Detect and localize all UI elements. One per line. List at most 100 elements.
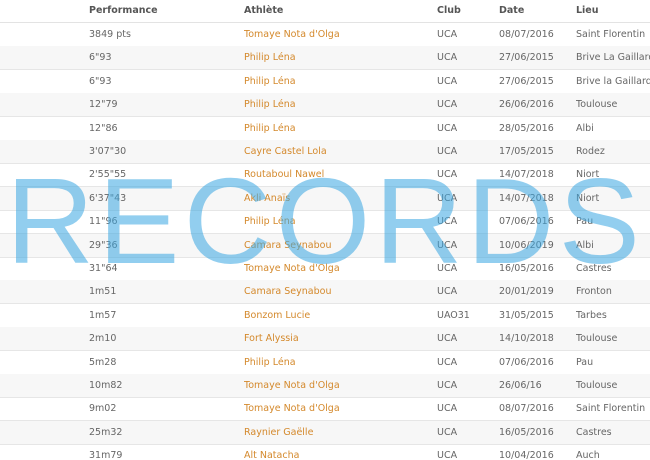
lieu-cell: Brive La Gaillarde xyxy=(576,52,650,64)
club-cell: UAO31 xyxy=(437,309,470,321)
table-row: 31m79 Alt Natacha UCA 10/04/2016 Auch xyxy=(0,444,650,460)
club-cell: UCA xyxy=(437,380,458,391)
club-cell: UCA xyxy=(437,426,458,438)
column-header-club[interactable]: Club xyxy=(437,0,495,22)
lieu-cell: Fronton xyxy=(576,286,612,298)
performance-cell: 6'37"43 xyxy=(89,192,127,204)
date-cell: 28/05/2016 xyxy=(499,122,554,134)
performance-cell: 2'55"55 xyxy=(89,169,127,181)
table-row: 6'37"43 Akli Anaïs UCA 14/07/2018 Niort xyxy=(0,186,650,211)
athlete-link[interactable]: Tomaye Nota d'Olga xyxy=(244,397,432,420)
athlete-link[interactable]: Routaboul Nawel xyxy=(244,163,432,186)
lieu-cell: Castres xyxy=(576,263,612,274)
club-cell: UCA xyxy=(437,333,458,345)
club-cell: UCA xyxy=(437,286,458,298)
lieu-cell: Tarbes xyxy=(576,309,607,321)
performance-cell: 12"86 xyxy=(89,122,118,134)
table-row: 12"86 Philip Léna UCA 28/05/2016 Albi xyxy=(0,117,650,141)
lieu-cell: Niort xyxy=(576,192,600,204)
athlete-link[interactable]: Philip Léna xyxy=(244,117,432,140)
lieu-cell: Castres xyxy=(576,426,612,438)
table-row: 29"36 Camara Seynabou UCA 10/06/2019 Albi xyxy=(0,233,650,258)
athlete-link[interactable]: Philip Léna xyxy=(244,93,432,116)
date-cell: 27/06/2015 xyxy=(499,75,554,87)
date-cell: 07/06/2016 xyxy=(499,356,554,368)
athlete-link[interactable]: Tomaye Nota d'Olga xyxy=(244,374,432,397)
performance-cell: 3849 pts xyxy=(89,29,131,40)
date-cell: 14/07/2018 xyxy=(499,192,554,204)
performance-cell: 1m51 xyxy=(89,286,117,298)
performance-cell: 1m57 xyxy=(89,309,117,321)
club-cell: UCA xyxy=(437,169,458,181)
athlete-link[interactable]: Fort Alyssia xyxy=(244,327,432,350)
lieu-cell: Albi xyxy=(576,239,594,251)
lieu-cell: Pau xyxy=(576,216,594,228)
table-row: 31"64 Tomaye Nota d'Olga UCA 16/05/2016 Cast… xyxy=(0,257,650,281)
date-cell: 20/01/2019 xyxy=(499,286,554,298)
club-cell: UCA xyxy=(437,216,458,228)
column-header-athlete[interactable]: Athlète xyxy=(244,0,432,22)
table-row: 3849 pts Tomaye Nota d'Olga UCA 08/07/2016 S… xyxy=(0,23,650,47)
date-cell: 27/06/2015 xyxy=(499,52,554,64)
performance-cell: 5m28 xyxy=(89,356,117,368)
athlete-link[interactable]: Philip Léna xyxy=(244,210,432,233)
date-cell: 17/05/2015 xyxy=(499,146,554,157)
lieu-cell: Niort xyxy=(576,169,600,181)
club-cell: UCA xyxy=(437,75,458,87)
date-cell: 10/06/2019 xyxy=(499,239,554,251)
table-row: 12"79 Philip Léna UCA 26/06/2016 Toulouse xyxy=(0,93,650,118)
lieu-cell: Rodez xyxy=(576,146,605,157)
lieu-cell: Saint Florentin xyxy=(576,403,646,415)
club-cell: UCA xyxy=(437,192,458,204)
lieu-cell: Auch xyxy=(576,450,600,460)
date-cell: 31/05/2015 xyxy=(499,309,554,321)
performance-cell: 29"36 xyxy=(89,239,118,251)
table-row: 2'55"55 Routaboul Nawel UCA 14/07/2018 Niort xyxy=(0,163,650,188)
table-row: 9m02 Tomaye Nota d'Olga UCA 08/07/2016 Saint… xyxy=(0,397,650,422)
performance-cell: 12"79 xyxy=(89,99,118,111)
club-cell: UCA xyxy=(437,146,458,157)
date-cell: 16/05/2016 xyxy=(499,426,554,438)
column-header-date[interactable]: Date xyxy=(499,0,571,22)
lieu-cell: Toulouse xyxy=(576,333,618,345)
athlete-link[interactable]: Philip Léna xyxy=(244,70,432,93)
table-row: 2m10 Fort Alyssia UCA 14/10/2018 Toulouse xyxy=(0,327,650,352)
table-row: 10m82 Tomaye Nota d'Olga UCA 26/06/16 Toulou… xyxy=(0,374,650,398)
athlete-link[interactable]: Raynier Gaëlle xyxy=(244,421,432,444)
column-header-lieu[interactable]: Lieu xyxy=(576,0,650,22)
performance-cell: 9m02 xyxy=(89,403,117,415)
athlete-link[interactable]: Bonzom Lucie xyxy=(244,304,432,327)
table-header: Performance Athlète Club Date Lieu xyxy=(0,0,650,23)
club-cell: UCA xyxy=(437,52,458,64)
athlete-link[interactable]: Cayre Castel Lola xyxy=(244,140,432,163)
athlete-link[interactable]: Tomaye Nota d'Olga xyxy=(244,257,432,280)
club-cell: UCA xyxy=(437,403,458,415)
performance-cell: 2m10 xyxy=(89,333,117,345)
date-cell: 10/04/2016 xyxy=(499,450,554,460)
date-cell: 07/06/2016 xyxy=(499,216,554,228)
club-cell: UCA xyxy=(437,122,458,134)
athlete-link[interactable]: Camara Seynabou xyxy=(244,234,432,257)
lieu-cell: Toulouse xyxy=(576,380,618,391)
table-row: 5m28 Philip Léna UCA 07/06/2016 Pau xyxy=(0,351,650,375)
club-cell: UCA xyxy=(437,450,458,460)
table-row: 3'07"30 Cayre Castel Lola UCA 17/05/2015 Rod… xyxy=(0,140,650,164)
athlete-link[interactable]: Camara Seynabou xyxy=(244,280,432,303)
lieu-cell: Pau xyxy=(576,356,594,368)
athlete-link[interactable]: Alt Natacha xyxy=(244,444,432,460)
athlete-link[interactable]: Tomaye Nota d'Olga xyxy=(244,23,432,46)
table-row: 25m32 Raynier Gaëlle UCA 16/05/2016 Castres xyxy=(0,420,650,445)
performance-cell: 3'07"30 xyxy=(89,146,127,157)
club-cell: UCA xyxy=(437,29,458,40)
performance-cell: 6"93 xyxy=(89,75,112,87)
column-header-performance[interactable]: Performance xyxy=(89,0,239,22)
club-cell: UCA xyxy=(437,239,458,251)
athlete-link[interactable]: Philip Léna xyxy=(244,46,432,69)
performance-cell: 25m32 xyxy=(89,426,123,438)
lieu-cell: Toulouse xyxy=(576,99,618,111)
date-cell: 08/07/2016 xyxy=(499,29,554,40)
athlete-link[interactable]: Akli Anaïs xyxy=(244,187,432,210)
athlete-link[interactable]: Philip Léna xyxy=(244,351,432,374)
performance-cell: 10m82 xyxy=(89,380,123,391)
performance-cell: 6"93 xyxy=(89,52,112,64)
